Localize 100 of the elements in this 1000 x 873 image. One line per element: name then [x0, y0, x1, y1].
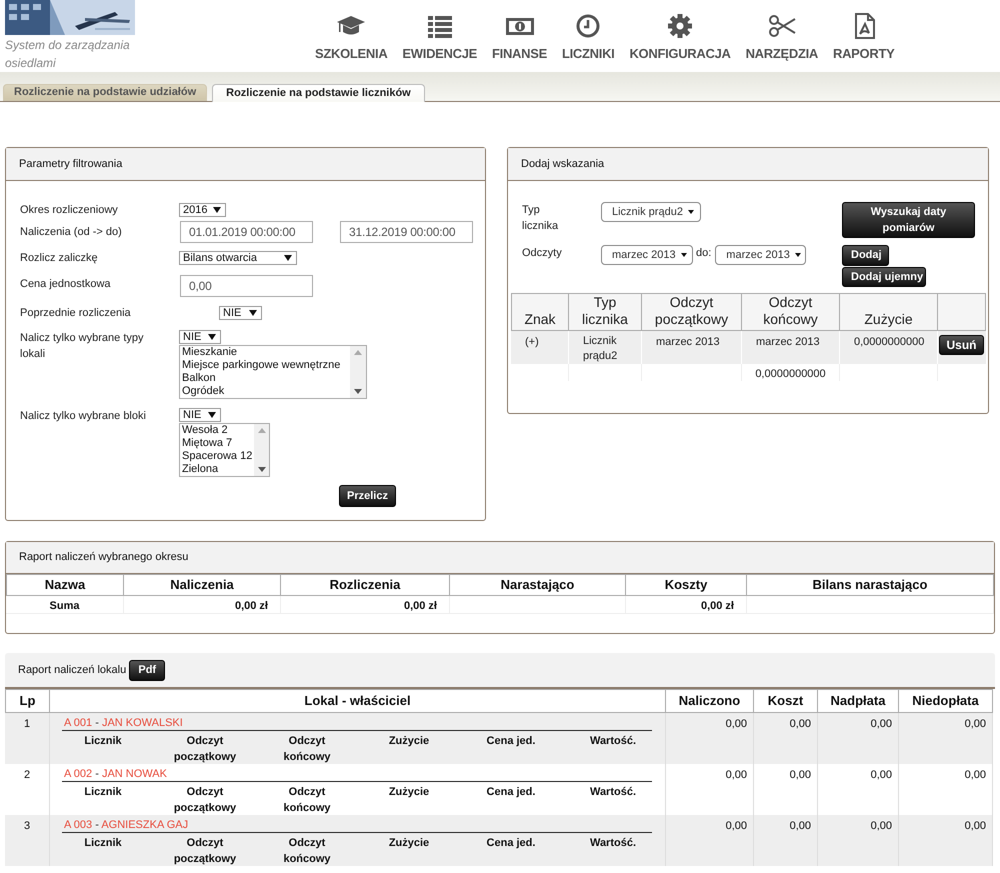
down-arrow-icon: [354, 389, 362, 394]
table-cell: 3: [5, 815, 50, 866]
dropdown[interactable]: NIE: [179, 408, 221, 422]
table-cell: 0,00: [818, 713, 899, 764]
caret-icon: [249, 310, 257, 316]
caret-icon: [794, 252, 802, 258]
button[interactable]: Dodaj: [842, 245, 889, 266]
caret-icon: [208, 412, 216, 418]
button[interactable]: Wyszukaj daty pomiarów: [842, 202, 975, 238]
column-header: Bilans narastająco: [746, 574, 994, 596]
unit-link[interactable]: A 002: [64, 768, 92, 780]
caret-icon: [284, 255, 292, 261]
owner-link[interactable]: JAN NOWAK: [102, 768, 167, 780]
list-option[interactable]: Miejsce parkingowe wewnętrzne: [182, 359, 348, 372]
sub-column-header: Cena jed.: [486, 836, 536, 851]
up-arrow-icon: [354, 350, 362, 355]
table-cell: 1: [5, 713, 50, 764]
column-header: Rozliczenia: [280, 574, 450, 596]
nav-item[interactable]: KONFIGURACJA: [629, 13, 731, 72]
table-cell: Licznik prądu2: [569, 331, 642, 364]
dropdown[interactable]: Licznik prądu2: [601, 202, 701, 222]
list-option[interactable]: Zielona: [182, 463, 252, 476]
nav-item[interactable]: RAPORTY: [833, 13, 894, 72]
list-box[interactable]: Mieszkanie Miejsce parkingowe wewnętrzne Balkon Ogródek: [179, 345, 367, 399]
list-box[interactable]: Wesoła 2 Miętowa 7 Spacerowa 12 Zielona: [179, 423, 270, 477]
caret-icon: [213, 207, 221, 213]
caret-icon: [208, 334, 216, 340]
input-field[interactable]: 31.12.2019 00:00:00: [340, 221, 473, 243]
table-cell: 0,0000000000: [840, 331, 938, 364]
table-cell: 0,00: [899, 815, 993, 866]
table-cell: 0,00: [818, 815, 899, 866]
table-cell: 0,00 zł: [281, 596, 450, 614]
panel-title: Raport naliczeń lokalu: [18, 662, 126, 678]
dropdown[interactable]: Bilans otwarcia: [179, 251, 297, 265]
sub-column-header: Licznik: [83, 836, 123, 851]
tab[interactable]: Rozliczenie na podstawie liczników: [212, 84, 425, 102]
panel-title: Parametry filtrowania: [19, 156, 122, 172]
column-header: Narastająco: [449, 574, 626, 596]
list-option[interactable]: Miętowa 7: [182, 437, 252, 450]
nav-item[interactable]: FINANSE: [492, 13, 547, 72]
field-label: Nalicz tylko wybrane typy lokali: [20, 331, 144, 362]
caret-icon: [680, 252, 688, 258]
list-option[interactable]: Ogródek: [182, 385, 348, 398]
sub-column-header: Wartość.: [588, 836, 638, 851]
column-header: Odczyt końcowy: [741, 293, 840, 331]
table-cell: 0,00: [754, 713, 818, 764]
nav-item[interactable]: LICZNIKI: [562, 13, 614, 72]
sub-column-header: Odczyt końcowy: [282, 836, 332, 867]
dropdown[interactable]: NIE: [219, 306, 262, 320]
input-field[interactable]: 01.01.2019 00:00:00: [180, 221, 313, 243]
sub-column-header: Zużycie: [388, 836, 430, 851]
sub-column-header: Wartość.: [588, 734, 638, 749]
sub-column-header: Licznik: [83, 734, 123, 749]
column-header: Koszty: [625, 574, 747, 596]
list-option[interactable]: Spacerowa 12: [182, 450, 252, 463]
sub-column-header: Cena jed.: [486, 785, 536, 800]
field-label: Poprzednie rozliczenia: [20, 306, 132, 321]
table-cell: 0,0000000000: [742, 364, 840, 381]
button[interactable]: Pdf: [129, 660, 166, 680]
sub-column-header: Zużycie: [388, 785, 430, 800]
table-cell: marzec 2013: [742, 331, 840, 364]
panel-title: Raport naliczeń wybranego okresu: [19, 550, 188, 566]
nav-item[interactable]: EWIDENCJE: [402, 13, 478, 72]
table-cell: 0,00: [666, 815, 754, 866]
field-label: Naliczenia (od -> do): [20, 224, 123, 240]
column-header: Nazwa: [6, 574, 124, 596]
nav-item[interactable]: NARZĘDZIA: [746, 13, 818, 72]
column-header: Zużycie: [839, 293, 938, 331]
sub-column-header: Odczyt początkowy: [172, 734, 238, 765]
nav-item[interactable]: SZKOLENIA: [315, 13, 388, 72]
sub-column-header: Odczyt końcowy: [282, 785, 332, 816]
sub-column-header: Wartość.: [588, 785, 638, 800]
button[interactable]: Usuń: [939, 335, 984, 355]
button[interactable]: Dodaj ujemny: [842, 267, 926, 287]
column-header: Odczyt początkowy: [641, 293, 742, 331]
table-cell: 0,00: [899, 713, 993, 764]
column-header: Typ licznika: [568, 293, 642, 331]
scrollbar[interactable]: [350, 346, 366, 398]
dropdown[interactable]: 2016: [179, 203, 226, 217]
table-cell: 0,00: [666, 713, 754, 764]
dropdown[interactable]: marzec 2013: [715, 245, 806, 265]
panel-title: Dodaj wskazania: [521, 156, 604, 172]
table-cell: 0,00 zł: [124, 596, 281, 614]
tab[interactable]: Rozliczenie na podstawie udziałów: [3, 84, 208, 101]
field-label: Okres rozliczeniowy: [20, 202, 119, 218]
separator: -: [94, 819, 100, 831]
list-option[interactable]: Mieszkanie: [182, 346, 348, 359]
field-label: Cena jednostkowa: [20, 277, 112, 292]
scrollbar[interactable]: [254, 424, 269, 476]
column-header: Znak: [511, 293, 569, 331]
dropdown[interactable]: NIE: [179, 330, 221, 344]
up-arrow-icon: [258, 428, 266, 433]
input-field[interactable]: 0,00: [180, 275, 313, 297]
button[interactable]: Przelicz: [339, 485, 396, 507]
sub-column-header: Odczyt początkowy: [172, 836, 238, 867]
list-option[interactable]: Balkon: [182, 372, 348, 385]
field-label: do:: [696, 246, 712, 261]
separator: -: [94, 768, 100, 780]
list-option[interactable]: Wesoła 2: [182, 424, 252, 437]
dropdown[interactable]: marzec 2013: [601, 245, 693, 265]
